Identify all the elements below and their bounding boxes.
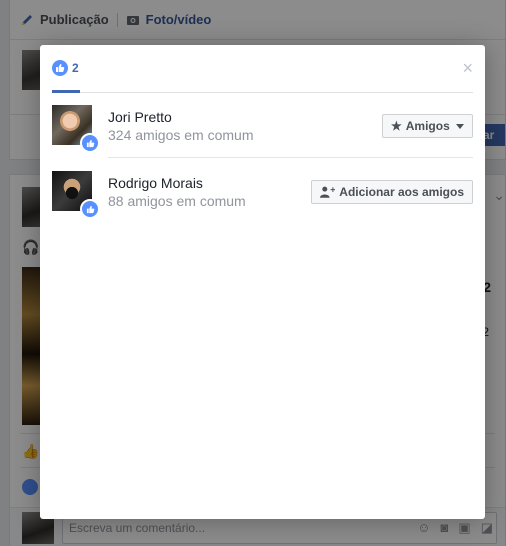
like-badge-icon bbox=[80, 199, 100, 219]
list-item: Jori Pretto 324 amigos em comum ★ Amigos bbox=[52, 105, 473, 161]
reactions-header: 2 × bbox=[52, 45, 473, 93]
caret-down-icon bbox=[455, 123, 464, 129]
tab-like-reactions[interactable]: 2 bbox=[52, 45, 80, 93]
like-badge-icon bbox=[80, 133, 100, 153]
like-icon bbox=[52, 59, 68, 76]
friends-button[interactable]: ★ Amigos bbox=[382, 114, 473, 138]
reactions-dialog: 2 × Jori Pretto 324 amigos em comum ★ Am… bbox=[40, 45, 485, 519]
close-icon[interactable]: × bbox=[462, 59, 473, 77]
add-friend-icon bbox=[320, 186, 336, 198]
reaction-count: 2 bbox=[72, 60, 79, 75]
mutual-friends[interactable]: 324 amigos em comum bbox=[108, 127, 254, 143]
mutual-friends[interactable]: 88 amigos em comum bbox=[108, 193, 246, 209]
friends-button-label: Amigos bbox=[405, 119, 450, 133]
person-name[interactable]: Jori Pretto bbox=[108, 109, 172, 125]
add-friend-button[interactable]: Adicionar aos amigos bbox=[311, 180, 473, 204]
person-name[interactable]: Rodrigo Morais bbox=[108, 175, 203, 191]
add-friend-button-label: Adicionar aos amigos bbox=[339, 185, 464, 199]
star-icon: ★ bbox=[391, 119, 402, 133]
list-item: Rodrigo Morais 88 amigos em comum Adicio… bbox=[52, 171, 473, 227]
row-divider bbox=[108, 157, 473, 158]
